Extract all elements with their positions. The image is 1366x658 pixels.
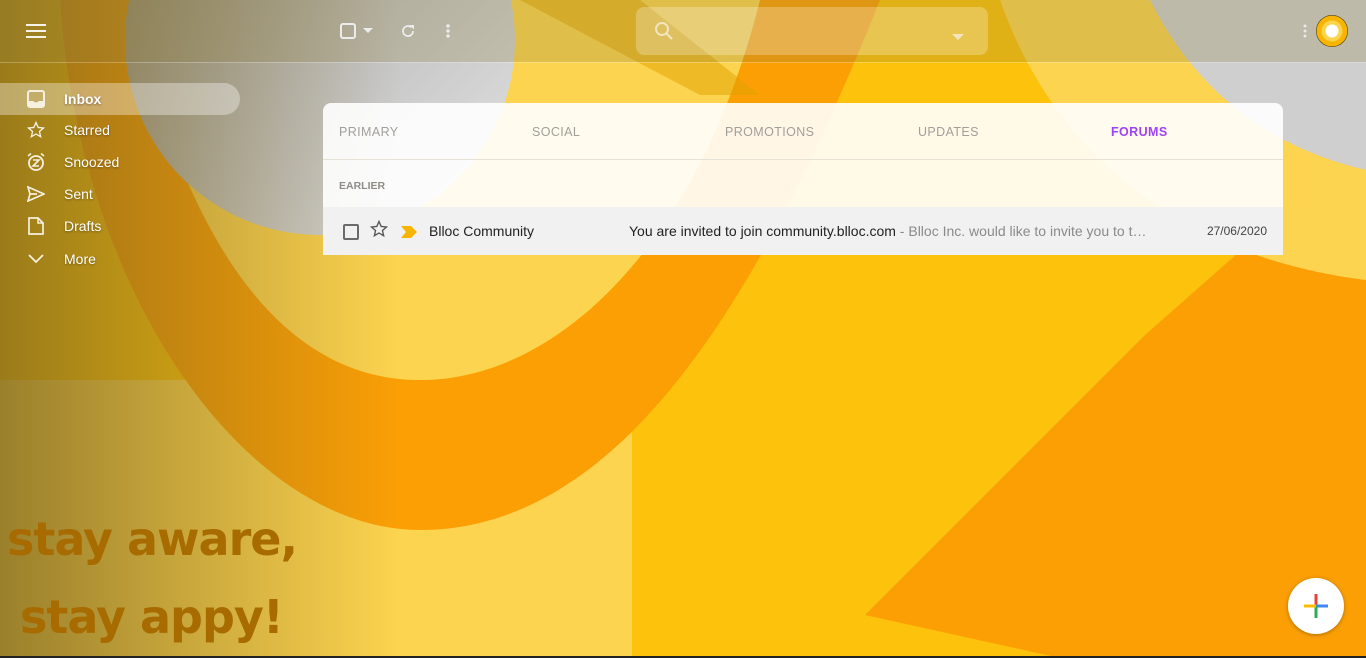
search-input[interactable] bbox=[686, 19, 940, 45]
email-subject-text: You are invited to join community.blloc.… bbox=[629, 223, 896, 239]
tab-updates[interactable]: UPDATES bbox=[918, 125, 979, 139]
refresh-icon[interactable] bbox=[398, 21, 418, 41]
chevron-down-icon bbox=[24, 247, 48, 271]
draft-file-icon bbox=[24, 214, 48, 238]
select-caret-down-icon[interactable] bbox=[362, 25, 374, 37]
tab-promotions[interactable]: PROMOTIONS bbox=[725, 125, 814, 139]
tab-forums[interactable]: FORUMS bbox=[1111, 125, 1168, 139]
slogan-line-1: stay aware, bbox=[7, 512, 298, 566]
important-marker-icon[interactable] bbox=[401, 225, 417, 243]
sidebar-item-drafts[interactable]: Drafts bbox=[0, 210, 240, 242]
email-sender: Blloc Community bbox=[429, 223, 535, 239]
email-select-checkbox[interactable] bbox=[343, 224, 359, 240]
sidebar-item-sent[interactable]: Sent bbox=[0, 178, 240, 210]
search-icon[interactable] bbox=[654, 21, 674, 46]
sidebar-item-label: More bbox=[64, 251, 96, 267]
slogan-line-2: stay appy! bbox=[20, 590, 284, 644]
compose-button[interactable] bbox=[1288, 578, 1344, 634]
account-avatar-icon[interactable] bbox=[1316, 15, 1348, 47]
sidebar-item-label: Starred bbox=[64, 122, 110, 138]
section-label-earlier: EARLIER bbox=[339, 180, 386, 192]
email-subject: You are invited to join community.blloc.… bbox=[629, 223, 1146, 239]
sidebar-item-label: Drafts bbox=[64, 218, 102, 234]
snooze-clock-icon bbox=[24, 150, 48, 174]
sidebar-item-inbox[interactable]: Inbox bbox=[0, 83, 240, 115]
star-icon[interactable] bbox=[369, 219, 389, 243]
sidebar-item-label: Sent bbox=[64, 186, 93, 202]
sidebar-item-label: Snoozed bbox=[64, 154, 120, 170]
search-bar[interactable] bbox=[636, 7, 988, 55]
sidebar-item-more[interactable]: More bbox=[0, 243, 240, 275]
star-icon bbox=[24, 118, 48, 142]
category-tabs: PRIMARY SOCIAL PROMOTIONS UPDATES FORUMS bbox=[323, 103, 1283, 160]
apps-more-vert-icon[interactable] bbox=[1300, 21, 1310, 41]
select-all-checkbox-icon[interactable] bbox=[338, 21, 358, 41]
email-date: 27/06/2020 bbox=[1206, 224, 1267, 238]
email-row[interactable]: Blloc Community You are invited to join … bbox=[323, 207, 1283, 255]
sidebar-item-label: Inbox bbox=[64, 91, 102, 107]
top-bar bbox=[0, 0, 1366, 63]
sidebar-item-starred[interactable]: Starred bbox=[0, 114, 240, 146]
inbox-icon bbox=[24, 87, 48, 111]
search-options-caret-down-icon[interactable] bbox=[952, 28, 964, 46]
tab-primary[interactable]: PRIMARY bbox=[339, 125, 399, 139]
sidebar-item-snoozed[interactable]: Snoozed bbox=[0, 146, 240, 178]
email-list-card: PRIMARY SOCIAL PROMOTIONS UPDATES FORUMS… bbox=[323, 103, 1283, 255]
email-snippet: - Blloc Inc. would like to invite you to… bbox=[895, 223, 1147, 239]
send-icon bbox=[24, 182, 48, 206]
tab-social[interactable]: SOCIAL bbox=[532, 125, 580, 139]
more-vert-icon[interactable] bbox=[438, 21, 458, 41]
compose-plus-icon bbox=[1304, 594, 1328, 623]
hamburger-menu-icon[interactable] bbox=[22, 19, 50, 43]
